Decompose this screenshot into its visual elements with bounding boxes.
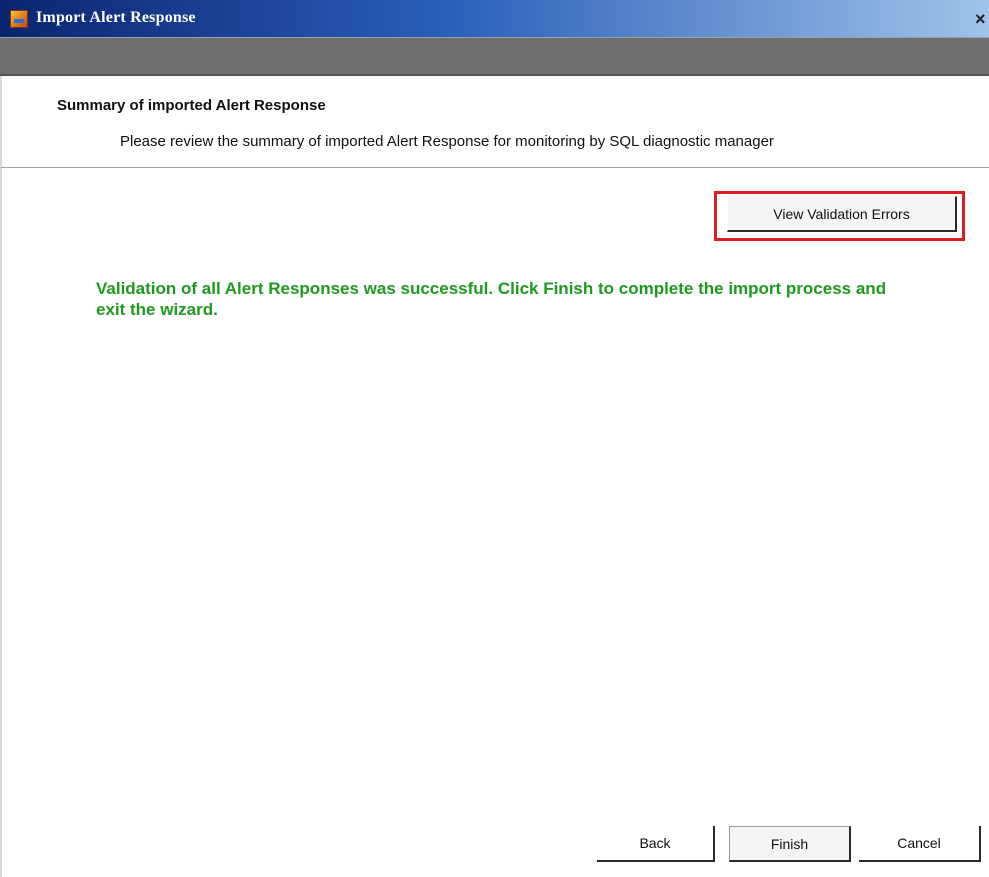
title-bar: Import Alert Response ×: [0, 0, 989, 38]
window-title: Import Alert Response: [36, 9, 196, 26]
wizard-content: [0, 168, 989, 877]
validation-success-message: Validation of all Alert Responses was su…: [96, 279, 887, 319]
view-validation-errors-button[interactable]: View Validation Errors: [727, 196, 957, 232]
page-title: Summary of imported Alert Response: [57, 97, 326, 114]
back-button[interactable]: Back: [597, 826, 715, 862]
wizard-header: Summary of imported Alert Response Pleas…: [0, 76, 989, 168]
cancel-button[interactable]: Cancel: [859, 826, 981, 862]
page-subtitle: Please review the summary of imported Al…: [120, 133, 774, 150]
app-icon: [10, 10, 28, 28]
finish-button[interactable]: Finish: [729, 826, 851, 862]
close-button[interactable]: ×: [975, 8, 989, 30]
wizard-banner: [0, 38, 989, 76]
